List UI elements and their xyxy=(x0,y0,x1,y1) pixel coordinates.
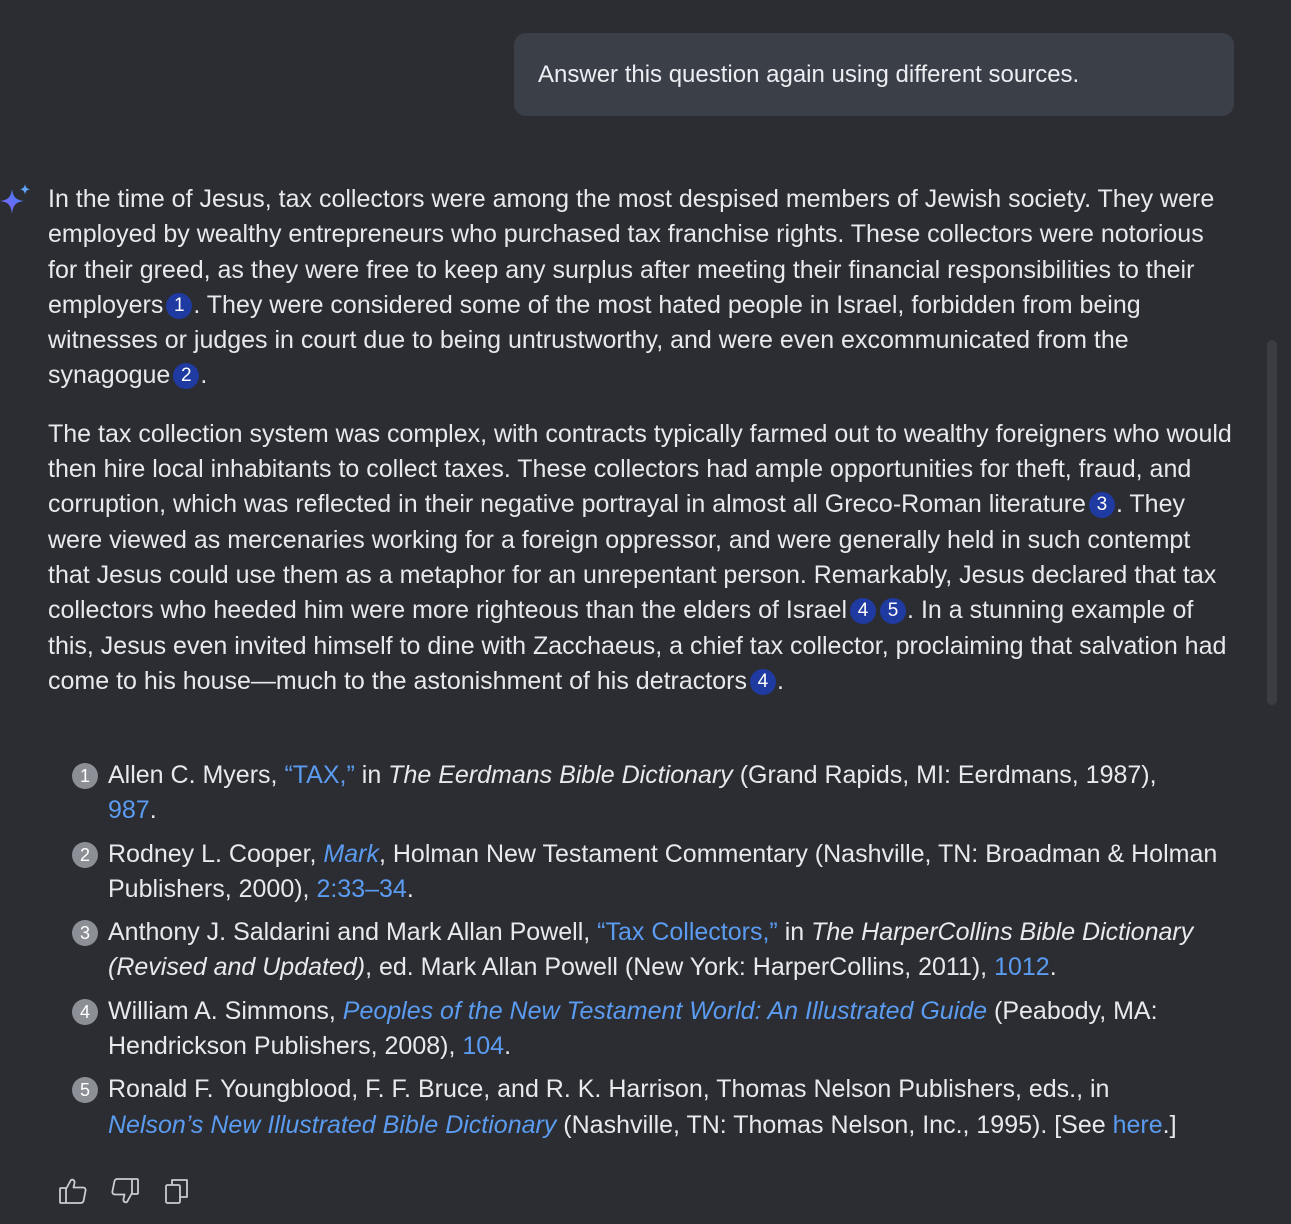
ai-sparkle-icon xyxy=(0,184,31,214)
reference-text: , ed. Mark Allan Powell (New York: Harpe… xyxy=(365,953,995,982)
reference-text: . xyxy=(504,1032,512,1061)
reference-link[interactable]: “Tax Collectors,” xyxy=(597,918,778,946)
answer-paragraph: In the time of Jesus, tax collectors wer… xyxy=(48,182,1238,394)
reference-item: 1 Allen C. Myers, “TAX,” in The Eerdmans … xyxy=(72,758,1232,829)
reference-here-link[interactable]: here xyxy=(1113,1111,1163,1139)
scrollbar-thumb[interactable] xyxy=(1267,340,1277,705)
reference-author: William A. Simmons, xyxy=(108,996,343,1025)
reference-text: . xyxy=(1049,953,1057,982)
answer-text: The tax collection system was complex, w… xyxy=(48,419,1232,519)
citation-badge[interactable]: 5 xyxy=(880,598,907,625)
reference-text: . xyxy=(406,874,414,903)
reference-author: Rodney L. Cooper, xyxy=(108,839,324,868)
reference-number: 3 xyxy=(72,920,98,947)
reference-author: Ronald F. Youngblood, F. F. Bruce, and R… xyxy=(108,1075,1110,1104)
reference-text: in xyxy=(777,918,812,947)
user-message-text: Answer this question again using differe… xyxy=(538,60,1080,88)
reference-item: 3 Anthony J. Saldarini and Mark Allan Pow… xyxy=(72,915,1232,986)
reference-link[interactable]: Mark xyxy=(323,840,379,868)
reference-page-link[interactable]: 104 xyxy=(462,1032,504,1060)
reference-page-link[interactable]: 1012 xyxy=(994,953,1050,981)
reference-list: 1 Allen C. Myers, “TAX,” in The Eerdmans … xyxy=(72,758,1232,1151)
answer-paragraph: The tax collection system was complex, w… xyxy=(48,417,1238,699)
reference-text: (Grand Rapids, MI: Eerdmans, 1987), xyxy=(732,761,1157,789)
answer-text: . xyxy=(776,666,784,695)
reference-link[interactable]: Peoples of the New Testament World: An I… xyxy=(343,997,987,1025)
reference-text: in xyxy=(354,761,389,789)
feedback-toolbar xyxy=(58,1176,192,1206)
thumbs-up-icon[interactable] xyxy=(58,1176,88,1206)
reference-number: 1 xyxy=(72,763,98,789)
reference-link[interactable]: Nelson’s New Illustrated Bible Dictionar… xyxy=(108,1111,556,1139)
thumbs-down-icon[interactable] xyxy=(110,1176,140,1206)
citation-badge[interactable]: 4 xyxy=(850,598,877,625)
reference-number: 5 xyxy=(72,1077,98,1104)
assistant-answer: In the time of Jesus, tax collectors wer… xyxy=(48,182,1238,722)
reference-text: (Nashville, TN: Thomas Nelson, Inc., 199… xyxy=(556,1110,1113,1139)
reference-page-link[interactable]: 2:33–34 xyxy=(316,875,406,903)
reference-text: .] xyxy=(1162,1110,1177,1139)
citation-badge[interactable]: 1 xyxy=(166,292,193,319)
citation-badge[interactable]: 4 xyxy=(749,668,776,695)
reference-author: Allen C. Myers, xyxy=(108,761,285,789)
reference-link[interactable]: “TAX,” xyxy=(284,761,354,789)
reference-author: Anthony J. Saldarini and Mark Allan Powe… xyxy=(108,918,598,947)
reference-page-link[interactable]: 987 xyxy=(108,796,150,824)
reference-item: 5 Ronald F. Youngblood, F. F. Bruce, and … xyxy=(72,1072,1232,1143)
copy-icon[interactable] xyxy=(162,1176,192,1206)
citation-badge[interactable]: 2 xyxy=(173,363,200,390)
reference-item: 4 William A. Simmons, Peoples of the New … xyxy=(72,994,1232,1065)
reference-book-title: The Eerdmans Bible Dictionary xyxy=(388,761,733,789)
answer-text: . They were considered some of the most … xyxy=(48,290,1141,390)
reference-number: 2 xyxy=(72,841,98,868)
reference-item: 2 Rodney L. Cooper, Mark, Holman New Test… xyxy=(72,837,1232,908)
user-message-bubble: Answer this question again using differe… xyxy=(514,33,1234,116)
reference-text: . xyxy=(149,796,157,825)
citation-badge[interactable]: 3 xyxy=(1088,492,1115,519)
answer-text: . xyxy=(200,361,208,390)
reference-number: 4 xyxy=(72,998,98,1025)
